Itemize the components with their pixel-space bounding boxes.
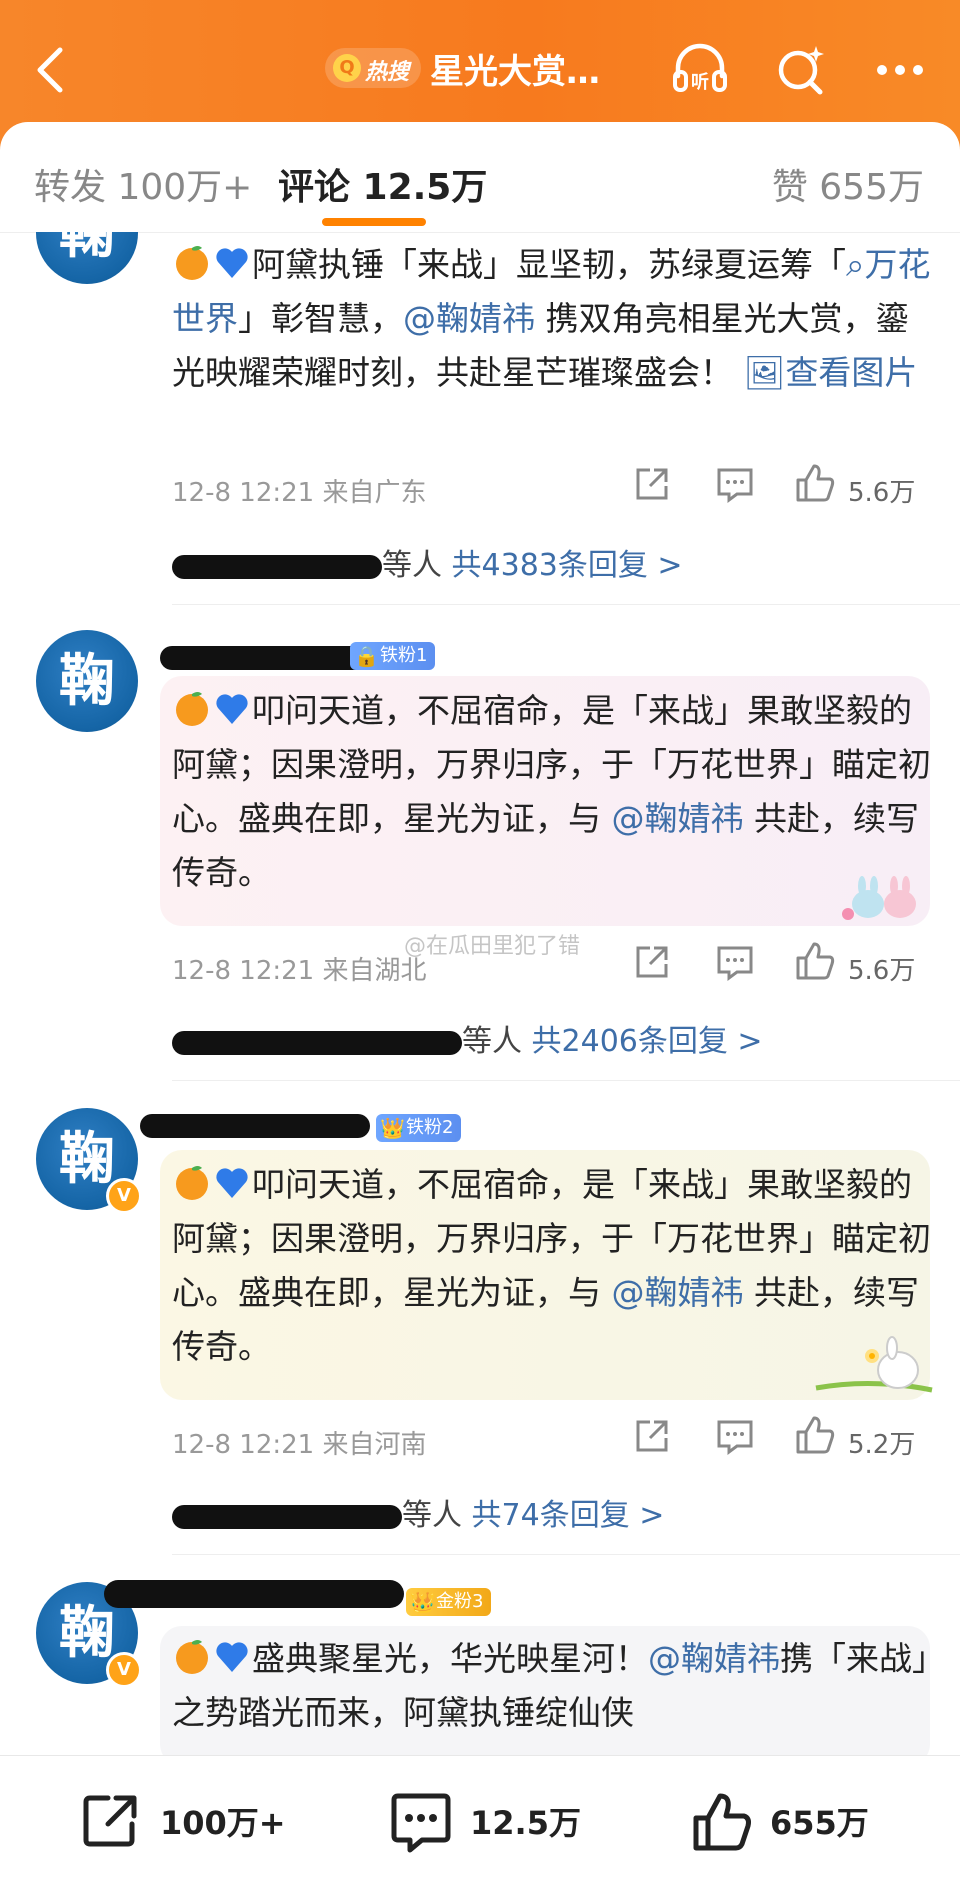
- comment-icon[interactable]: [715, 1416, 755, 1460]
- tab-comment[interactable]: 评论 12.5万: [278, 158, 487, 210]
- comment-text-part: 盛典聚星光，华光映星河！: [252, 1639, 648, 1678]
- comment-text: 叩问天道，不屈宿命，是「来战」果敢坚毅的阿黛；因果澄明，万界归序，于「万花世界」…: [172, 684, 932, 900]
- search-icon: Q: [333, 54, 361, 82]
- watermark: @在瓜田里犯了错: [404, 934, 581, 959]
- like-icon[interactable]: [794, 462, 836, 506]
- redacted-names: [172, 1505, 402, 1529]
- divider: [172, 1080, 960, 1081]
- fan-badge-label: 铁粉1: [380, 645, 428, 666]
- repost-icon[interactable]: [632, 464, 672, 508]
- mention-link[interactable]: @鞠婧祎: [612, 799, 744, 838]
- fan-crown-icon: 👑: [410, 1590, 435, 1614]
- like-icon: [693, 1793, 751, 1851]
- replies-summary: 等人 共2406条回复 >: [172, 1016, 763, 1060]
- divider: [172, 604, 960, 605]
- redacted-names: [172, 1031, 462, 1055]
- verified-badge: V: [106, 1178, 142, 1214]
- repost-icon: [83, 1795, 137, 1847]
- replies-suffix: 等人: [462, 1024, 522, 1059]
- comment-time: 12-8 12:21: [172, 478, 315, 508]
- fan-badge: 👑 金粉3: [406, 1588, 492, 1616]
- mention-link[interactable]: @鞠婧祎: [648, 1639, 780, 1678]
- tab-bar: 转发 100万+ 评论 12.5万 赞 655万: [0, 122, 960, 233]
- tab-like[interactable]: 赞 655万: [772, 158, 924, 210]
- redacted-username: [160, 646, 370, 670]
- comment-meta: 12-8 12:21 来自广东: [172, 472, 426, 509]
- redacted-username: [104, 1580, 404, 1608]
- fan-badge: 👑 铁粉2: [376, 1114, 462, 1142]
- orange-emoji: [176, 692, 208, 726]
- blue-heart-emoji: [216, 694, 248, 724]
- view-replies-link[interactable]: 共2406条回复 >: [532, 1024, 763, 1059]
- orange-emoji: [176, 1640, 208, 1674]
- flower-bunny-sticker-icon: [815, 1336, 933, 1393]
- repost-icon[interactable]: [632, 1416, 672, 1460]
- replies-summary: 等人 共4383条回复 >: [172, 540, 683, 584]
- comment-count: 12.5万: [470, 1804, 581, 1842]
- orange-emoji: [176, 246, 208, 280]
- back-icon[interactable]: [22, 40, 82, 100]
- comment-location: 来自广东: [322, 478, 427, 508]
- orange-emoji: [176, 1166, 208, 1200]
- blue-heart-emoji: [216, 248, 248, 278]
- mention-link[interactable]: @鞠婧祎: [612, 1273, 744, 1312]
- repost-button[interactable]: 100万+: [80, 1790, 286, 1850]
- mention-link[interactable]: @鞠婧祎: [403, 299, 535, 338]
- comment-text-part: 」彰智慧，: [238, 299, 403, 338]
- fan-crown-icon: 👑: [380, 1116, 405, 1140]
- comment-icon[interactable]: [715, 942, 755, 986]
- view-replies-link[interactable]: 共74条回复 >: [472, 1498, 665, 1533]
- fan-crown-icon: 🔒: [354, 644, 379, 668]
- comment-location: 来自湖北: [322, 956, 427, 986]
- comment-button[interactable]: 12.5万: [388, 1790, 581, 1853]
- comment-icon[interactable]: [715, 464, 755, 508]
- bunny-sticker-icon: [842, 876, 916, 920]
- replies-suffix: 等人: [382, 548, 442, 583]
- topic-title[interactable]: 星光大赏…: [430, 44, 600, 93]
- fan-badge-label: 金粉3: [436, 1591, 484, 1612]
- hot-search-badge[interactable]: Q 热搜: [325, 48, 421, 88]
- comment-icon: [391, 1793, 451, 1853]
- redacted-username: [140, 1114, 370, 1138]
- verified-badge: V: [106, 1652, 142, 1688]
- comment-text: 阿黛执锤「来战」显坚韧，苏绿夏运筹「⌕万花世界」彰智慧，@鞠婧祎 携双角亮相星光…: [172, 238, 932, 400]
- view-image-link[interactable]: 🖼查看图片: [744, 353, 918, 392]
- bottom-action-bar: 100万+ 12.5万 655万: [0, 1755, 960, 1884]
- like-count: 5.6万: [848, 956, 916, 986]
- active-tab-indicator: [322, 218, 426, 226]
- repost-icon[interactable]: [632, 942, 672, 986]
- divider: [172, 1554, 960, 1555]
- blue-heart-emoji: [216, 1642, 248, 1672]
- like-count: 655万: [770, 1804, 869, 1842]
- comment-location: 来自河南: [322, 1430, 427, 1460]
- blue-heart-emoji: [216, 1168, 248, 1198]
- tab-repost[interactable]: 转发 100万+: [34, 158, 252, 210]
- fan-badge-label: 铁粉2: [406, 1117, 454, 1138]
- hot-search-label: 热搜: [365, 60, 410, 85]
- like-icon[interactable]: [794, 1414, 836, 1458]
- like-icon[interactable]: [794, 940, 836, 984]
- comment-text-part: 阿黛执锤「来战」显坚韧，苏绿夏运筹「: [252, 245, 846, 284]
- comment-meta: 12-8 12:21 来自河南: [172, 1424, 426, 1461]
- avatar[interactable]: 鞠: [36, 630, 138, 732]
- svg-text:听: 听: [691, 71, 709, 93]
- more-icon[interactable]: [868, 38, 932, 102]
- like-button[interactable]: 655万: [690, 1790, 869, 1851]
- ai-search-icon[interactable]: [770, 38, 834, 102]
- like-count: 5.6万: [848, 478, 916, 508]
- comment-time: 12-8 12:21: [172, 956, 315, 986]
- replies-suffix: 等人: [402, 1498, 462, 1533]
- replies-summary: 等人 共74条回复 >: [172, 1490, 664, 1534]
- repost-count: 100万+: [160, 1804, 286, 1842]
- like-count: 5.2万: [848, 1430, 916, 1460]
- redacted-names: [172, 555, 382, 579]
- comment-meta: 12-8 12:21 来自湖北: [172, 950, 426, 987]
- view-image-label[interactable]: 查看图片: [785, 353, 917, 392]
- comment-text: 盛典聚星光，华光映星河！@鞠婧祎携「来战」之势踏光而来，阿黛执锤绽仙侠: [172, 1632, 932, 1740]
- listen-icon[interactable]: 听: [668, 38, 732, 102]
- view-replies-link[interactable]: 共4383条回复 >: [452, 548, 683, 583]
- fan-badge: 🔒 铁粉1: [350, 642, 436, 670]
- comment-time: 12-8 12:21: [172, 1430, 315, 1460]
